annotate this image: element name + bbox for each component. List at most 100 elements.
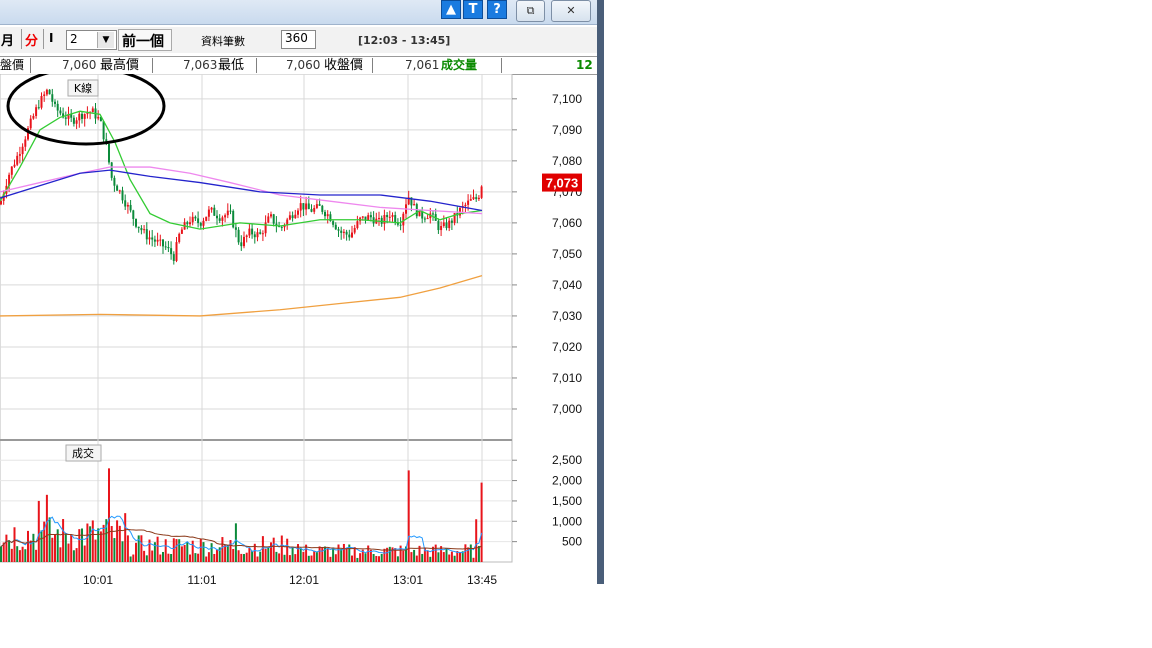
candle-body [351,232,353,238]
volume-bar [372,553,375,562]
candle-body [264,222,267,234]
divider [43,29,44,49]
restore-button[interactable]: ⧉ [516,0,545,22]
candle-body [440,225,443,231]
candle-body [191,216,194,223]
divider [30,58,31,73]
candle-body [29,118,32,129]
volume-bar [353,547,356,562]
candle-body [280,226,283,228]
volume-bar [367,545,370,562]
candle-body [167,246,170,249]
chevron-down-icon[interactable]: ▼ [97,32,114,48]
candle-body [256,232,259,238]
count-input[interactable]: 360 [281,30,316,49]
candle-body [126,204,129,207]
candle-body [477,197,480,200]
volume-bar [445,549,448,562]
volume-bar [294,554,297,562]
candle-body [261,233,264,235]
candle-body [72,117,75,124]
candle-body [83,114,86,119]
volume-bar [140,535,143,562]
volume-bar [326,548,329,562]
kline-label: K線 [74,81,92,95]
volume-bar [264,548,267,562]
interval-button[interactable]: I [49,31,53,45]
volume-bar [270,542,272,562]
volume-bar [102,524,105,562]
month-button[interactable]: 月 [1,30,14,49]
candle-body [353,228,356,233]
volume-bar [186,541,189,562]
candle-body [140,228,143,231]
volume-bar [243,554,245,562]
candle-body [59,110,62,114]
candle-body [324,211,326,217]
candle-body [248,228,251,236]
volume-bar [259,551,262,562]
candle-body [448,220,451,229]
candle-body [299,203,302,211]
volume-bar [51,537,54,562]
candle-body [218,218,221,221]
candle-body [402,213,405,226]
candle-body [207,209,210,217]
price-tick-label: 7,020 [552,340,582,354]
volume-bar [118,525,121,562]
period-select[interactable]: 2 ▼ [66,30,117,50]
price-tick-label: 7,100 [552,92,582,106]
volume-bar [78,529,81,562]
volume-bar [364,553,367,562]
help-icon[interactable]: ? [487,0,507,19]
volume-bar [83,545,86,562]
up-glyph: ▲ [446,2,456,17]
volume-bar [81,528,83,562]
volume-bar [234,523,237,562]
volume-bar [40,530,43,562]
candle-body [356,221,359,229]
minute-button[interactable]: 分 [25,30,38,49]
candle-body [113,177,116,186]
candle-body [445,222,448,229]
candle-body [132,210,135,219]
help-glyph: ? [493,2,501,17]
candle-body [186,222,189,225]
volume-bar [310,555,313,562]
volume-bar [178,539,181,562]
candle-body [224,215,227,218]
candle-body [302,203,305,210]
volume-bar [477,545,480,562]
divider [21,29,22,49]
volume-bar [59,547,62,562]
close-button[interactable]: ✕ [551,0,591,22]
volume-bar [170,553,173,562]
text-icon[interactable]: T [463,0,483,19]
low-label: 最低 [218,58,245,73]
volume-bar [172,538,175,562]
volume-bar [415,555,418,562]
candle-body [234,227,237,230]
candle-body [391,215,394,217]
time-tick-label: 13:45 [467,573,497,584]
prev-button[interactable]: 前一個 [118,29,172,51]
candle-body [226,210,229,216]
candle-body [464,204,467,207]
candle-body [13,164,16,167]
volume-bar [410,552,413,562]
price-chart[interactable]: 7,0007,0107,0207,0307,0407,0507,0607,070… [0,74,597,584]
volume-bar [421,553,424,562]
candle-body [145,229,148,240]
volume-bar [164,539,167,562]
candle-body [48,89,51,95]
volume-bar [24,549,27,562]
candle-body [240,242,243,247]
volume-tick-label: 500 [562,535,582,549]
window-border [597,0,604,584]
candle-body [18,154,21,156]
volume-tick-label: 1,000 [552,514,582,528]
candle-body [124,200,127,207]
volume-bar [272,537,275,562]
volume-bar [399,545,402,562]
scroll-up-icon[interactable]: ▲ [441,0,461,19]
